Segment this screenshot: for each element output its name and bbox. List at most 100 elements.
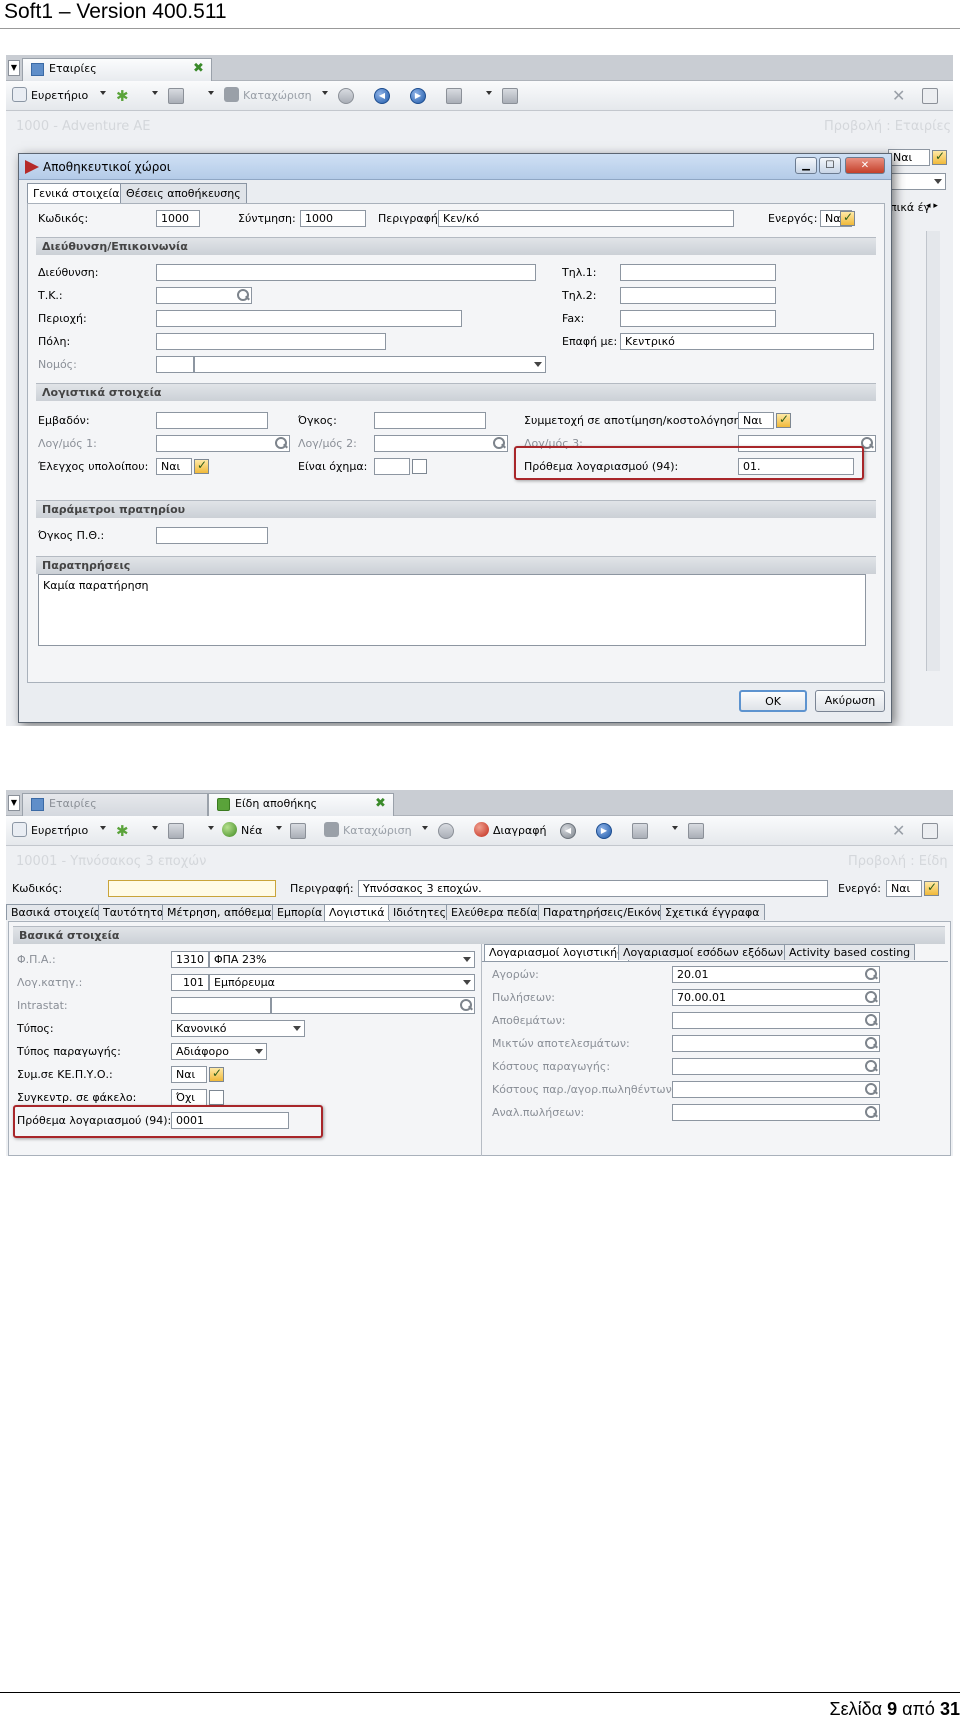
fax-field[interactable] <box>620 310 776 327</box>
tab-list-dropdown[interactable]: ▼ <box>8 795 20 811</box>
tab-general[interactable]: Γενικά στοιχεία <box>27 183 126 204</box>
county-code-field[interactable] <box>156 356 194 373</box>
cogs-field[interactable] <box>672 1081 880 1098</box>
intrastat-code-field[interactable] <box>171 997 271 1014</box>
tools-icon[interactable]: ✕ <box>892 822 905 840</box>
vehicle-checkbox[interactable] <box>412 459 427 474</box>
code-field[interactable]: 1000 <box>156 210 200 227</box>
type-dropdown[interactable]: Κανονικό <box>171 1020 305 1037</box>
production-cost-field[interactable] <box>672 1058 880 1075</box>
tab-activity-costing[interactable]: Activity based costing <box>784 944 916 960</box>
stock-field[interactable] <box>672 1012 880 1029</box>
sales-field[interactable]: 70.00.01 <box>672 989 880 1006</box>
vehicle-field[interactable] <box>374 458 410 475</box>
star-icon[interactable]: ✱ <box>116 822 129 840</box>
minimize-icon[interactable]: ▁ <box>795 157 817 174</box>
tab-companies[interactable]: Εταιρίες ✖ <box>22 58 212 81</box>
close-icon[interactable]: ✖ <box>375 796 386 811</box>
search-icon[interactable] <box>865 1060 877 1072</box>
previous-icon[interactable]: ◀ <box>374 88 390 104</box>
search-icon[interactable] <box>865 1014 877 1026</box>
clipboard-icon[interactable] <box>502 88 518 104</box>
index-button[interactable]: Ευρετήριο <box>12 822 88 840</box>
tab-trade[interactable]: Εμπορία <box>272 904 328 920</box>
search-list-icon[interactable] <box>168 823 184 839</box>
station-volume-field[interactable] <box>156 527 268 544</box>
search-list-icon[interactable] <box>168 88 184 104</box>
tab-storage-positions[interactable]: Θέσεις αποθήκευσης <box>120 183 247 203</box>
gear-icon[interactable] <box>338 88 354 104</box>
intrastat-field[interactable] <box>271 997 475 1014</box>
tab-companies[interactable]: Εταιρίες <box>22 793 208 816</box>
active-checkbox[interactable] <box>924 880 939 896</box>
print-icon[interactable] <box>446 88 462 104</box>
exit-icon[interactable] <box>922 88 938 104</box>
search-icon[interactable] <box>865 1037 877 1049</box>
close-icon[interactable]: ✕ <box>845 157 885 174</box>
search-icon[interactable] <box>865 1083 877 1095</box>
copy-icon[interactable] <box>290 823 306 839</box>
active-field[interactable]: Ναι <box>886 880 922 897</box>
account-category-dropdown[interactable]: Εμπόρευμα <box>209 974 475 991</box>
clipboard-icon[interactable] <box>688 823 704 839</box>
vat-dropdown[interactable]: ΦΠΑ 23% <box>209 951 475 968</box>
description-field[interactable]: Κεν/κό <box>438 210 734 227</box>
vat-code-field[interactable]: 1310 <box>171 951 209 968</box>
search-icon[interactable] <box>865 968 877 980</box>
search-icon[interactable] <box>865 1106 877 1118</box>
index-caret[interactable] <box>100 91 106 95</box>
area-sqm-field[interactable] <box>156 412 268 429</box>
delete-button[interactable]: Διαγραφή <box>474 822 546 840</box>
kepyo-field[interactable]: Ναι <box>171 1066 207 1083</box>
county-dropdown[interactable] <box>194 356 546 373</box>
search-icon[interactable] <box>237 289 249 301</box>
gear-icon[interactable] <box>438 823 454 839</box>
tab-notes-image[interactable]: Παρατηρήσεις/Εικόνα <box>538 904 670 920</box>
ok-button[interactable]: OK <box>739 690 807 712</box>
account-prefix-field[interactable]: 01. <box>738 458 854 475</box>
area-field[interactable] <box>156 310 462 327</box>
account-category-code-field[interactable]: 101 <box>171 974 209 991</box>
print-caret[interactable] <box>486 91 492 95</box>
city-field[interactable] <box>156 333 386 350</box>
star-caret[interactable] <box>152 91 158 95</box>
background-scrollbar[interactable] <box>926 231 940 671</box>
purchases-field[interactable]: 20.01 <box>672 966 880 983</box>
previous-icon[interactable]: ◀ <box>560 823 576 839</box>
tools-icon[interactable]: ✕ <box>892 87 905 105</box>
print-caret[interactable] <box>672 826 678 830</box>
tab-income-expense-accounts[interactable]: Λογαριασμοί εσόδων εξόδων <box>618 944 789 960</box>
print-icon[interactable] <box>632 823 648 839</box>
search-caret[interactable] <box>208 91 214 95</box>
tab-identity[interactable]: Ταυτότητα <box>98 904 170 920</box>
notes-textarea[interactable]: Καμία παρατήρηση <box>38 574 866 646</box>
maximize-icon[interactable]: ☐ <box>819 157 841 174</box>
search-icon[interactable] <box>275 437 287 449</box>
zip-field[interactable] <box>156 287 252 304</box>
address-field[interactable] <box>156 264 536 281</box>
account-prefix-field[interactable]: 0001 <box>171 1112 289 1129</box>
next-icon[interactable]: ▶ <box>596 823 612 839</box>
folder-field[interactable]: Όχι <box>171 1089 207 1106</box>
search-icon[interactable] <box>493 437 505 449</box>
participation-field[interactable]: Ναι <box>738 412 774 429</box>
next-icon[interactable]: ▶ <box>410 88 426 104</box>
sales-analysis-field[interactable] <box>672 1104 880 1121</box>
new-button[interactable]: Νέα <box>222 822 262 840</box>
search-icon[interactable] <box>460 999 472 1011</box>
balance-check-checkbox[interactable] <box>194 458 209 474</box>
exit-icon[interactable] <box>922 823 938 839</box>
tab-accounting-accounts[interactable]: Λογαριασμοί λογιστικής <box>484 944 629 961</box>
mixed-results-field[interactable] <box>672 1035 880 1052</box>
index-button[interactable]: Ευρετήριο <box>12 87 88 105</box>
star-icon[interactable]: ✱ <box>116 87 129 105</box>
tab-basic[interactable]: Βασικά στοιχεία <box>6 904 107 920</box>
scroll-arrows[interactable]: ◂ ▸ <box>926 201 938 211</box>
active-checkbox[interactable] <box>840 210 855 226</box>
tab-measurement[interactable]: Μέτρηση, απόθεμα <box>162 904 277 920</box>
account1-field[interactable] <box>156 435 290 452</box>
save-button[interactable]: Καταχώριση <box>324 822 412 840</box>
tab-accounting[interactable]: Λογιστικά <box>324 904 390 921</box>
kepyo-checkbox[interactable] <box>209 1066 224 1082</box>
tab-free-fields[interactable]: Ελεύθερα πεδία <box>446 904 543 920</box>
